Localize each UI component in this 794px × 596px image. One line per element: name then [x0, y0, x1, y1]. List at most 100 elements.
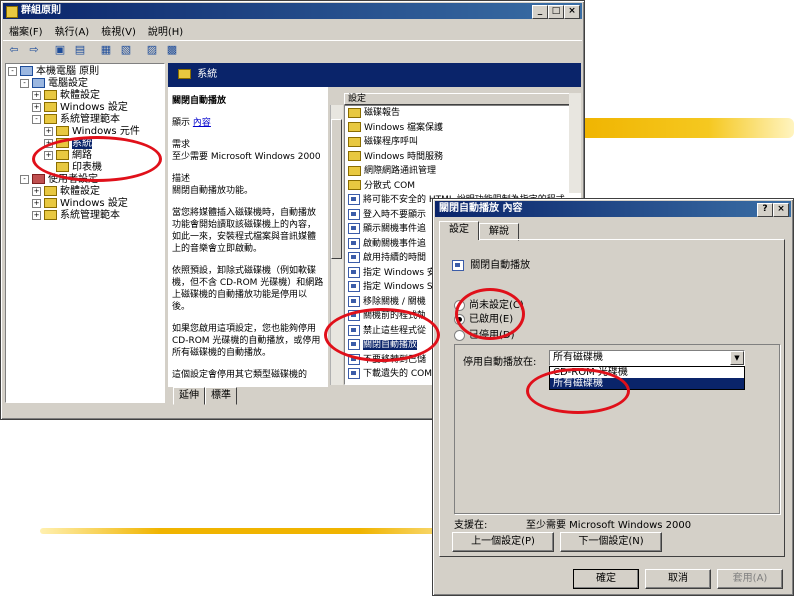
export-list-icon[interactable]: ▨	[145, 43, 159, 57]
description-paragraph: 當您將媒體插入磁碟機時，自動播放功能會開始讀取該磁碟機上的內容，如此一來，安裝程…	[172, 208, 317, 254]
ok-button[interactable]: 確定	[573, 569, 639, 589]
menu-item[interactable]: 執行(A)	[49, 21, 96, 40]
list-item[interactable]: 分散式 COM	[348, 180, 415, 192]
tree-item[interactable]: - 電腦設定	[20, 78, 88, 90]
autoplay-drives-combo[interactable]: 所有磁碟機 ▼	[549, 350, 745, 366]
list-header[interactable]: 設定	[344, 93, 581, 105]
folder-icon	[348, 107, 361, 118]
minimize-button[interactable]: _	[532, 5, 548, 19]
tree-item-label: Windows 設定	[60, 198, 128, 209]
list-item[interactable]: 指定 Windows 安	[348, 266, 436, 279]
pane-header-title: 系統	[197, 69, 218, 80]
list-item[interactable]: 顯示關機事件追	[348, 223, 426, 235]
list-item-label: 指定 Windows Se	[363, 282, 439, 292]
previous-setting-button[interactable]: 上一個設定(P)	[452, 532, 554, 552]
annotation-circle-system	[32, 136, 162, 182]
policy-icon	[348, 194, 360, 205]
expand-icon[interactable]: +	[32, 210, 41, 220]
list-item-label: 網際網路通訊管理	[364, 166, 437, 176]
tab-extended[interactable]: 延伸	[173, 387, 205, 405]
apply-button[interactable]: 套用(A)	[717, 569, 783, 589]
support-label: 支援在:	[454, 520, 488, 531]
list-item[interactable]: 磁碟報告	[348, 107, 400, 119]
forward-arrow-icon[interactable]: ⇨	[27, 43, 41, 57]
dialog-close-button[interactable]: ×	[773, 203, 789, 217]
close-button[interactable]: ×	[564, 5, 580, 19]
list-item-label: 啟動關機事件追	[363, 238, 427, 249]
help-icon[interactable]: ▩	[165, 43, 179, 57]
up-folder-icon[interactable]: ▣	[53, 43, 67, 57]
menu-item[interactable]: 檢視(V)	[95, 21, 142, 40]
options-group: 停用自動播放在: 所有磁碟機 ▼ CD-ROM 光碟機 所有磁碟機	[454, 344, 780, 514]
list-item[interactable]: 啟用持續的時間	[348, 252, 426, 264]
list-item[interactable]: 網際網路通訊管理	[348, 165, 436, 177]
help-button[interactable]: ?	[757, 203, 773, 217]
collapse-icon[interactable]: -	[20, 78, 29, 88]
properties-icon[interactable]: ▦	[99, 43, 113, 57]
policy-icon	[348, 208, 360, 220]
list-item[interactable]: 下載遺失的 COM	[348, 368, 432, 380]
tree-item[interactable]: + 軟體設定	[32, 90, 100, 102]
toolbar: ⇦ ⇨ ▣ ▤ ▦ ▧ ▨ ▩	[3, 40, 582, 61]
policy-icon	[348, 223, 360, 234]
show-tree-icon[interactable]: ▤	[73, 43, 87, 57]
list-item[interactable]: Windows 檔案保護	[348, 122, 443, 134]
dialog-title: 關閉自動播放 內容	[439, 203, 523, 214]
list-item[interactable]: 磁碟程序呼叫	[348, 136, 418, 148]
list-item-label: 下載遺失的 COM	[363, 369, 432, 379]
scroll-thumb[interactable]	[331, 119, 342, 259]
collapse-icon[interactable]: -	[20, 174, 29, 184]
expand-icon[interactable]: +	[32, 90, 41, 100]
back-arrow-icon[interactable]: ⇦	[7, 43, 21, 57]
chevron-down-icon[interactable]: ▼	[730, 351, 744, 365]
expand-icon[interactable]: +	[32, 102, 41, 112]
list-item[interactable]: Windows 時間服務	[348, 151, 443, 163]
tab-label: 延伸	[179, 390, 199, 401]
list-item-label: 磁碟報告	[364, 108, 401, 118]
collapse-icon[interactable]: -	[8, 66, 17, 76]
tree-item[interactable]: + Windows 設定	[32, 102, 128, 114]
collapse-icon[interactable]: -	[32, 114, 41, 124]
policy-icon	[348, 368, 360, 379]
tab-standard[interactable]: 標準	[205, 387, 237, 405]
tree-item[interactable]: - 本機電腦 原則	[8, 66, 99, 78]
menu-item[interactable]: 說明(H)	[142, 21, 189, 40]
yellow-brush-stroke-top	[580, 118, 794, 138]
folder-icon	[348, 151, 361, 161]
menu-bar: 檔案(F) 執行(A) 檢視(V) 說明(H)	[3, 21, 582, 39]
list-item-label: 移除關機 / 關機	[363, 296, 426, 307]
tree-item[interactable]: - 系統管理範本	[32, 114, 120, 126]
tree-item[interactable]: + 軟體設定	[32, 186, 100, 198]
description-label: 描述	[172, 174, 191, 184]
list-item[interactable]: 指定 Windows Se	[348, 281, 438, 293]
list-item[interactable]: 登入時不要顯示	[348, 208, 427, 221]
tree-item[interactable]: + 系統管理範本	[32, 210, 120, 222]
properties-link[interactable]: 內容	[193, 118, 211, 128]
menu-item[interactable]: 檔案(F)	[3, 21, 49, 40]
maximize-button[interactable]: □	[548, 5, 564, 19]
expand-icon[interactable]: +	[44, 126, 53, 136]
next-setting-button[interactable]: 下一個設定(N)	[560, 532, 662, 552]
folder-icon	[44, 102, 57, 112]
list-item-label: 指定 Windows 安	[363, 267, 436, 278]
policy-icon	[348, 281, 360, 292]
tree-item-label: 本機電腦 原則	[36, 66, 100, 77]
list-item[interactable]: 移除關機 / 關機	[348, 295, 426, 308]
tree-item-label: Windows 設定	[60, 102, 128, 113]
tab-settings[interactable]: 設定	[439, 221, 479, 240]
list-scrollbar[interactable]	[569, 93, 581, 193]
list-item-label: 登入時不要顯示	[363, 209, 427, 220]
tab-label: 標準	[211, 390, 231, 401]
expand-icon[interactable]: +	[32, 198, 41, 208]
list-item[interactable]: 啟動關機事件追	[348, 237, 427, 250]
tree-item[interactable]: + Windows 設定	[32, 198, 128, 210]
expand-icon[interactable]: +	[32, 186, 41, 196]
folder-icon	[44, 90, 57, 100]
refresh-icon[interactable]: ▧	[119, 43, 133, 57]
combo-value: 所有磁碟機	[553, 352, 603, 363]
requirement-value: 至少需要 Microsoft Windows 2000	[172, 152, 321, 162]
cancel-button[interactable]: 取消	[645, 569, 711, 589]
policy-icon	[348, 295, 360, 307]
policy-icon	[452, 259, 464, 271]
folder-icon	[44, 114, 57, 124]
